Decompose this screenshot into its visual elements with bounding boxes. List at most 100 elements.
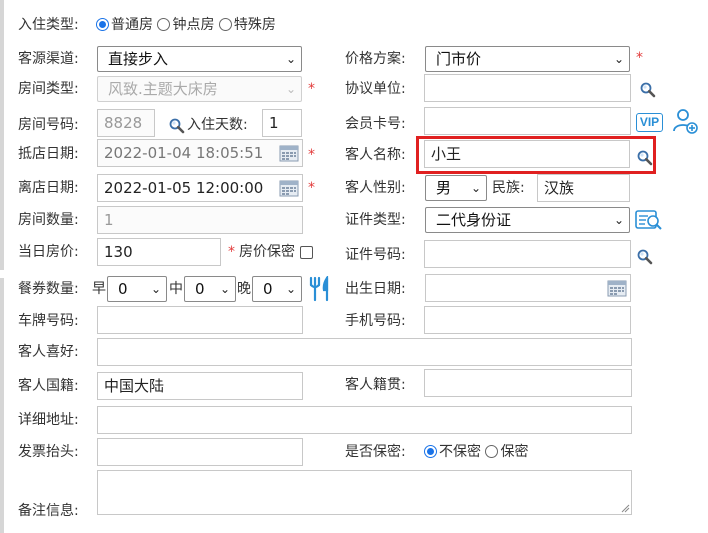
member-card-input[interactable] <box>424 107 631 135</box>
vip-icon[interactable]: VIP <box>636 113 663 132</box>
calendar-icon[interactable] <box>607 279 627 297</box>
id-card-reader-icon[interactable] <box>635 209 663 231</box>
dinner-select[interactable]: 0 ⌄ <box>252 276 302 302</box>
room-type-value: 风致.主题大床房 <box>108 80 218 98</box>
radio-special-room[interactable]: 特殊房 <box>218 17 276 33</box>
required-mark: * <box>308 180 315 196</box>
price-secret-label: 房价保密 <box>239 244 295 260</box>
birthday-label: 出生日期: <box>345 281 406 297</box>
resize-handle-icon[interactable] <box>620 503 630 513</box>
source-channel-select[interactable]: 直接步入 ⌄ <box>97 46 302 72</box>
member-card-label: 会员卡号: <box>345 116 406 132</box>
invoice-input[interactable] <box>97 438 303 466</box>
birthday-input[interactable] <box>425 274 631 302</box>
native-place-label: 客人籍贯: <box>345 377 406 393</box>
calendar-icon[interactable] <box>279 179 299 197</box>
plate-label: 车牌号码: <box>18 313 79 329</box>
leave-date-input[interactable]: 2022-01-05 12:00:00 <box>97 174 303 202</box>
breakfast-value: 0 <box>118 280 128 298</box>
id-type-label: 证件类型: <box>345 212 406 228</box>
lunch-select[interactable]: 0 ⌄ <box>184 276 236 302</box>
search-icon[interactable] <box>636 149 654 167</box>
room-type-label: 房间类型: <box>18 81 79 97</box>
checkin-type-radio-group: 普通房 钟点房 特殊房 <box>96 15 276 35</box>
search-icon[interactable] <box>168 117 186 135</box>
daily-price-label: 当日房价: <box>18 244 79 260</box>
breakfast-select[interactable]: 0 ⌄ <box>107 276 167 302</box>
chevron-down-icon: ⌄ <box>613 52 624 66</box>
native-place-input[interactable] <box>424 369 632 397</box>
room-type-select[interactable]: 风致.主题大床房 ⌄ <box>97 76 302 102</box>
source-channel-label: 客源渠道: <box>18 51 79 67</box>
chevron-down-icon: ⌄ <box>219 282 230 296</box>
fork-knife-icon[interactable] <box>308 276 332 302</box>
price-secret-checkbox[interactable] <box>300 246 313 259</box>
ethnicity-label: 民族: <box>492 180 525 196</box>
price-plan-select[interactable]: 门市价 ⌄ <box>425 46 630 72</box>
agreement-unit-label: 协议单位: <box>345 81 406 97</box>
arrive-date-label: 抵店日期: <box>18 146 79 162</box>
arrive-date-value: 2022-01-04 18:05:51 <box>104 144 264 162</box>
phone-label: 手机号码: <box>345 313 406 329</box>
ethnicity-input[interactable]: 汉族 <box>537 174 630 202</box>
id-number-input[interactable] <box>424 240 631 268</box>
agreement-unit-input[interactable] <box>424 74 631 102</box>
stay-days-label: 入住天数: <box>187 117 248 133</box>
dinner-label: 晚 <box>237 281 251 297</box>
stay-days-input[interactable]: 1 <box>262 109 302 137</box>
required-mark: * <box>636 50 643 66</box>
checkin-type-label: 入住类型: <box>18 17 79 33</box>
leave-date-value: 2022-01-05 12:00:00 <box>104 179 264 197</box>
remark-textarea[interactable] <box>97 470 632 515</box>
leave-date-label: 离店日期: <box>18 180 79 196</box>
room-no-input[interactable]: 8828 <box>97 109 155 137</box>
required-mark: * <box>308 81 315 97</box>
id-number-label: 证件号码: <box>345 247 406 263</box>
section-bar-bottom <box>0 278 4 533</box>
preference-input[interactable] <box>97 338 632 366</box>
calendar-icon[interactable] <box>279 144 299 162</box>
breakfast-label: 早 <box>92 281 106 297</box>
chevron-down-icon: ⌄ <box>470 181 481 195</box>
source-channel-value: 直接步入 <box>108 50 169 68</box>
id-type-select[interactable]: 二代身份证 ⌄ <box>425 207 630 233</box>
search-icon[interactable] <box>639 81 657 99</box>
nationality-label: 客人国籍: <box>18 378 79 394</box>
chevron-down-icon: ⌄ <box>285 52 296 66</box>
chevron-down-icon: ⌄ <box>150 282 161 296</box>
radio-secret[interactable]: 保密 <box>485 444 528 460</box>
guest-gender-value: 男 <box>436 179 452 197</box>
guest-gender-select[interactable]: 男 ⌄ <box>425 175 487 201</box>
price-plan-value: 门市价 <box>436 50 482 68</box>
chevron-down-icon: ⌄ <box>285 282 296 296</box>
chevron-down-icon: ⌄ <box>285 82 296 96</box>
add-user-icon[interactable] <box>672 108 698 134</box>
room-no-label: 房间号码: <box>18 117 79 133</box>
room-count-label: 房间数量: <box>18 212 79 228</box>
search-icon[interactable] <box>636 248 654 266</box>
address-label: 详细地址: <box>18 412 79 428</box>
meal-label: 餐券数量: <box>18 281 79 297</box>
highlight-box <box>416 136 656 174</box>
secret-label: 是否保密: <box>345 444 406 460</box>
nationality-input[interactable]: 中国大陆 <box>97 372 303 400</box>
preference-label: 客人喜好: <box>18 344 79 360</box>
required-mark: * <box>228 244 235 260</box>
chevron-down-icon: ⌄ <box>613 213 624 227</box>
lunch-value: 0 <box>195 280 205 298</box>
plate-input[interactable] <box>97 306 303 334</box>
required-mark: * <box>308 147 315 163</box>
radio-hourly-room[interactable]: 钟点房 <box>157 17 214 33</box>
radio-not-secret[interactable]: 不保密 <box>424 444 481 460</box>
phone-input[interactable] <box>424 306 631 334</box>
page-title-fragment: ▔ ▔▔ <box>330 0 440 2</box>
guest-gender-label: 客人性别: <box>345 180 406 196</box>
address-input[interactable] <box>97 406 632 434</box>
room-count-input[interactable]: 1 <box>97 206 303 234</box>
section-bar-top <box>0 0 4 270</box>
arrive-date-input[interactable]: 2022-01-04 18:05:51 <box>97 139 303 167</box>
radio-normal-room[interactable]: 普通房 <box>96 17 153 33</box>
secret-radio-group: 不保密 保密 <box>424 442 528 462</box>
guest-name-label: 客人名称: <box>345 147 406 163</box>
daily-price-input[interactable]: 130 <box>97 238 221 266</box>
